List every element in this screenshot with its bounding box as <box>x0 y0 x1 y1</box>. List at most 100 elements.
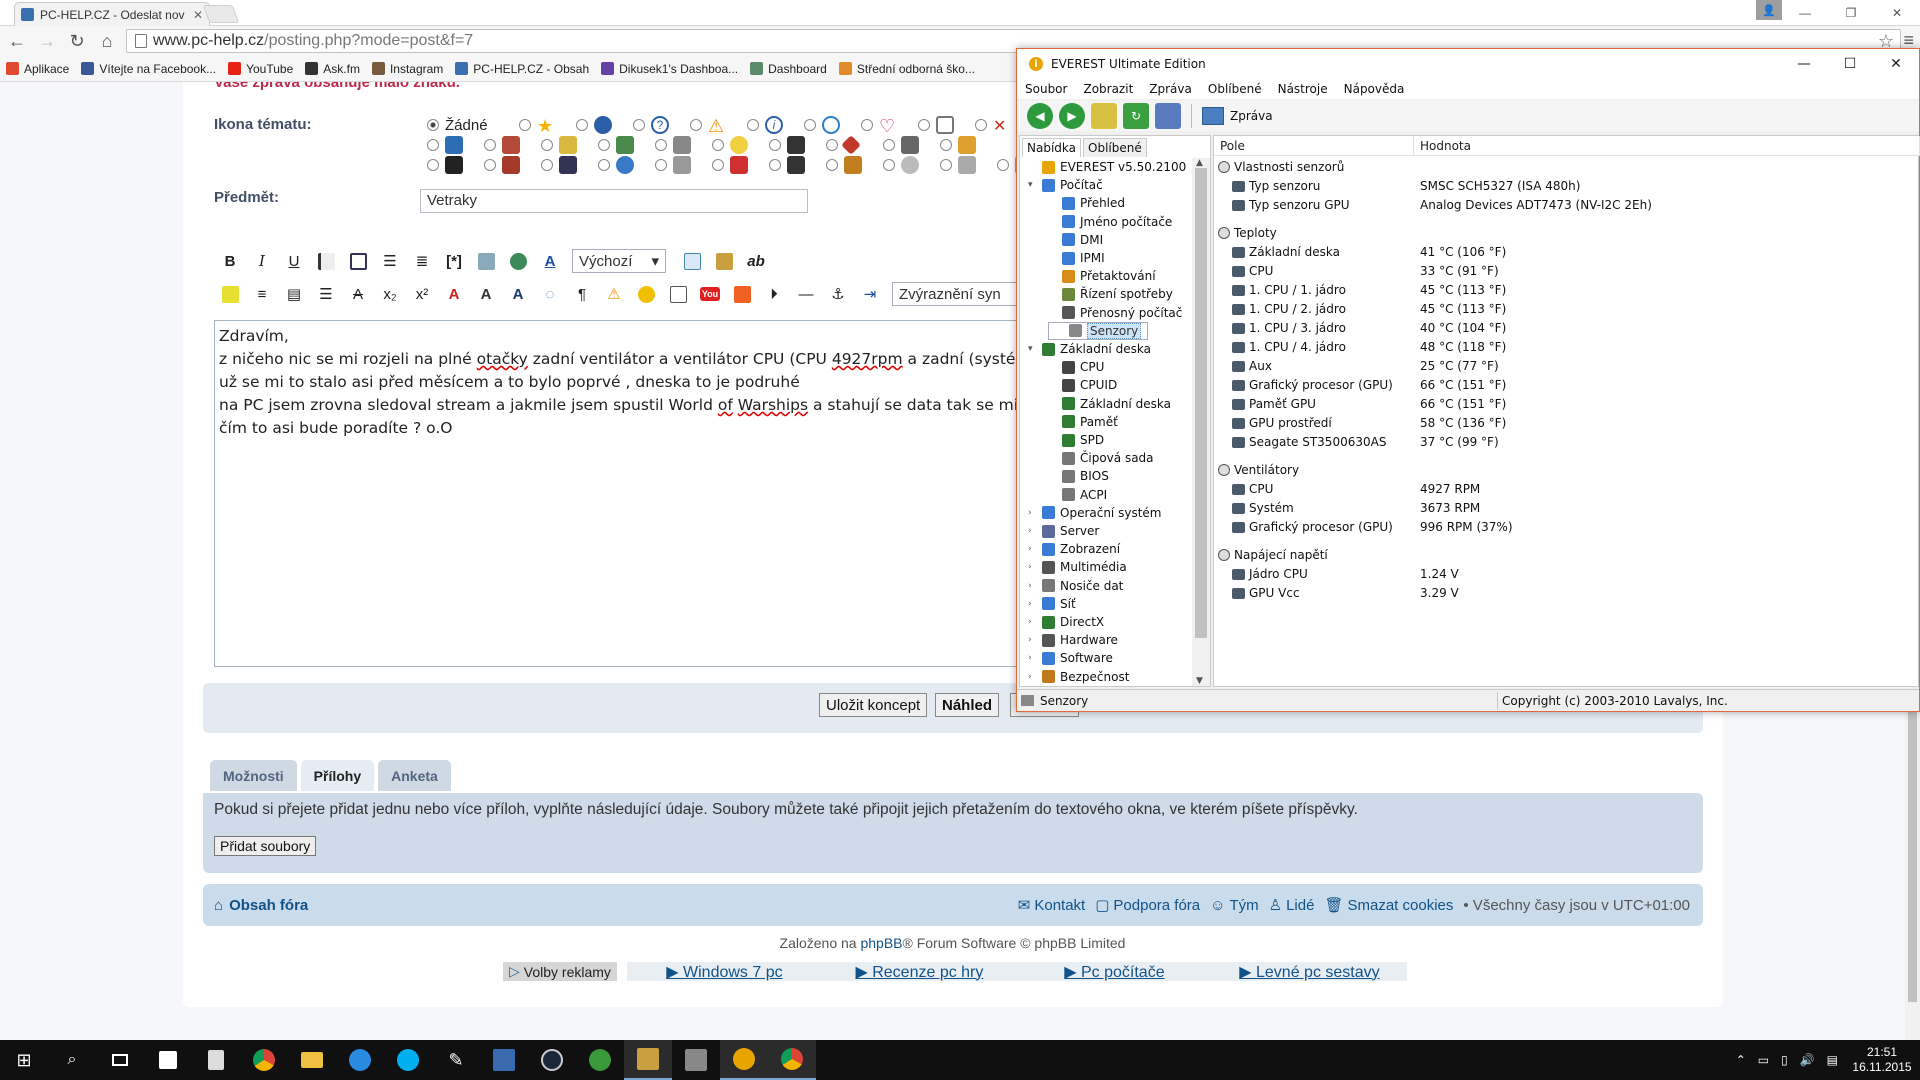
topic-icon-option[interactable] <box>712 136 769 154</box>
tree-item[interactable]: Paměť <box>1048 413 1118 431</box>
radio[interactable] <box>975 119 987 131</box>
topic-icon-windows[interactable] <box>918 116 975 134</box>
anchor-button[interactable]: ⚓ <box>822 281 854 307</box>
menu-item[interactable]: Oblíbené <box>1208 82 1262 96</box>
store-app[interactable] <box>144 1040 192 1080</box>
sensor-row[interactable]: Systém <box>1232 499 1294 517</box>
team-link[interactable]: ☺ Tým <box>1210 897 1259 914</box>
bookmark-item[interactable]: Vítejte na Facebook... <box>81 62 216 76</box>
code-button[interactable] <box>342 248 374 274</box>
topic-icon-info[interactable]: i <box>747 116 804 134</box>
tree-item[interactable]: Čipová sada <box>1048 449 1154 467</box>
expand-icon[interactable]: › <box>1028 617 1037 627</box>
radio[interactable] <box>598 159 610 171</box>
font-size-select[interactable]: Výchozí ▾ <box>572 249 666 273</box>
youtube-button[interactable]: You <box>694 281 726 307</box>
ad-link[interactable]: ▶ Pc počítače <box>1016 962 1212 981</box>
tab-poll[interactable]: Anketa <box>378 760 451 791</box>
tree-item[interactable]: › Multimédia <box>1028 558 1127 576</box>
app-pen[interactable]: ✎ <box>432 1040 480 1080</box>
horizontal-rule-button[interactable]: — <box>790 281 822 307</box>
expand-icon[interactable]: › <box>1028 653 1037 663</box>
topic-icon-option[interactable] <box>826 135 883 155</box>
tab-attachments[interactable]: Přílohy <box>300 760 375 791</box>
topic-icon-option[interactable] <box>541 136 598 154</box>
menu-item[interactable]: Soubor <box>1025 82 1067 96</box>
menu-item[interactable]: Nástroje <box>1278 82 1328 96</box>
tree-item[interactable]: Přenosný počítač <box>1048 304 1182 322</box>
red-text-button[interactable]: A <box>438 281 470 307</box>
highlight-button[interactable] <box>214 281 246 307</box>
topic-icon-option[interactable] <box>940 156 997 174</box>
tree-item[interactable]: › Bezpečnost <box>1028 668 1129 686</box>
expand-icon[interactable]: › <box>1028 635 1037 645</box>
bookmark-item[interactable]: Střední odborná ško... <box>838 62 975 76</box>
column-header-field[interactable]: Pole <box>1214 136 1414 156</box>
expand-icon[interactable]: › <box>1028 599 1037 609</box>
image-button[interactable] <box>470 248 502 274</box>
ad-link[interactable]: ▶ Levné pc sestavy <box>1211 962 1407 981</box>
link-button[interactable] <box>502 248 534 274</box>
app-photos[interactable] <box>480 1040 528 1080</box>
sensor-group[interactable]: Teploty <box>1218 224 1277 242</box>
chevron-up-icon[interactable]: ⌃ <box>1736 1053 1746 1067</box>
chrome-running-app[interactable] <box>768 1040 816 1080</box>
menu-item[interactable]: Nápověda <box>1344 82 1405 96</box>
radio[interactable] <box>769 159 781 171</box>
sensor-row[interactable]: Grafický procesor (GPU) <box>1232 376 1393 394</box>
expand-icon[interactable]: ▾ <box>1028 180 1037 190</box>
forward-arrow-icon[interactable]: → <box>34 28 60 54</box>
bookmark-item[interactable]: Instagram <box>371 62 443 76</box>
preview-button[interactable]: Náhled <box>935 693 1000 717</box>
topic-icon-option[interactable] <box>484 156 541 174</box>
expand-icon[interactable]: ▾ <box>1028 344 1037 354</box>
start-button[interactable]: ⊞ <box>0 1040 48 1080</box>
paste-button[interactable] <box>708 248 740 274</box>
sensor-row[interactable]: Typ senzoru <box>1232 177 1320 195</box>
everest-app[interactable] <box>720 1040 768 1080</box>
bookmark-item[interactable]: YouTube <box>228 62 293 76</box>
document-button[interactable] <box>662 281 694 307</box>
radio[interactable] <box>883 139 895 151</box>
notification-icon[interactable]: ▤ <box>1827 1053 1838 1067</box>
sensor-row[interactable]: 1. CPU / 4. jádro <box>1232 338 1346 356</box>
league-app[interactable] <box>624 1040 672 1080</box>
close-tab-icon[interactable]: ✕ <box>193 8 203 22</box>
radio[interactable] <box>826 139 838 151</box>
save-draft-button[interactable]: Uložit koncept <box>819 693 928 717</box>
people-link[interactable]: ♙ Lidé <box>1269 896 1315 915</box>
back-arrow-icon[interactable]: ◀ <box>1027 103 1053 129</box>
radio[interactable] <box>712 159 724 171</box>
sensor-row[interactable]: Jádro CPU <box>1232 565 1308 583</box>
sensor-group[interactable]: Ventilátory <box>1218 461 1299 479</box>
menu-item[interactable]: Zpráva <box>1149 82 1192 96</box>
topic-icon-option[interactable] <box>598 156 655 174</box>
tree-item[interactable]: › Software <box>1028 649 1113 667</box>
spellcheck-button[interactable]: ab <box>740 248 772 274</box>
tree-item[interactable]: ▾ Počítač <box>1028 176 1103 194</box>
tree-item[interactable]: Přehled <box>1048 194 1125 212</box>
radio[interactable] <box>997 159 1009 171</box>
scroll-up-icon[interactable]: ▲ <box>1196 158 1203 168</box>
topic-icon-option[interactable] <box>655 156 712 174</box>
radio[interactable] <box>769 139 781 151</box>
restore-icon[interactable]: ❐ <box>1828 0 1874 26</box>
tree-item[interactable]: ▾ Základní deska <box>1028 340 1151 358</box>
topic-icon-heart[interactable]: ♡ <box>861 116 918 136</box>
topic-icon-speech[interactable] <box>804 116 861 134</box>
strikethrough-button[interactable]: A <box>342 281 374 307</box>
board-index-link[interactable]: ⌂ Obsah fóra <box>214 897 308 914</box>
tree-scrollbar[interactable]: ▲ ▼ <box>1192 158 1210 686</box>
align-center-button[interactable]: ≡ <box>246 281 278 307</box>
sensor-row[interactable]: Aux <box>1232 357 1272 375</box>
tree-item[interactable]: › Operační systém <box>1028 504 1161 522</box>
minimize-icon[interactable]: — <box>1781 49 1827 79</box>
radio[interactable] <box>690 119 702 131</box>
numbered-list-button[interactable]: ≣ <box>406 248 438 274</box>
radio[interactable] <box>712 139 724 151</box>
tree-item[interactable]: › Nosiče dat <box>1028 577 1123 595</box>
tree-item[interactable]: DMI <box>1048 231 1103 249</box>
topic-icon-option[interactable] <box>940 136 997 154</box>
ad-options-button[interactable]: ▷ Volby reklamy <box>503 962 617 981</box>
spoiler-button[interactable]: ◌ <box>534 281 566 307</box>
